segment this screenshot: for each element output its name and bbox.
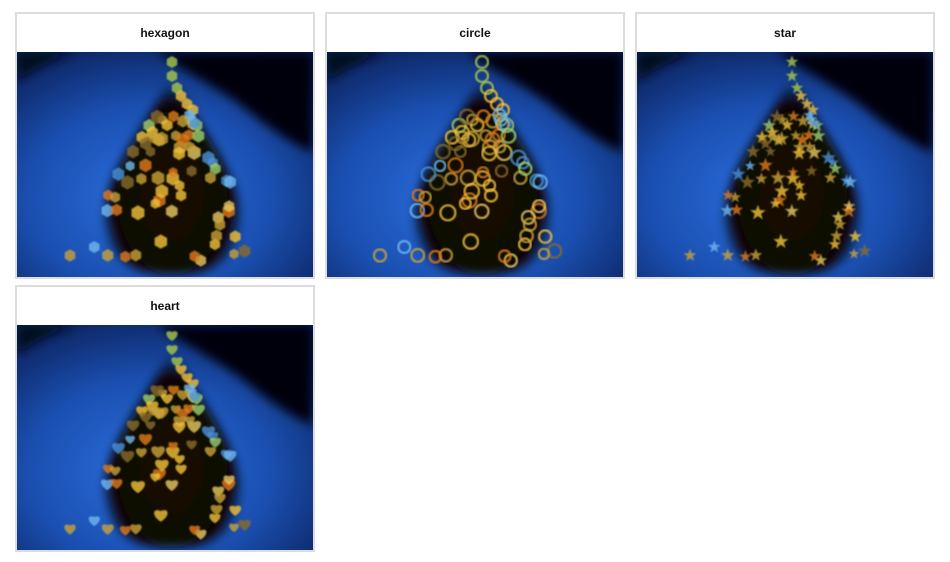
bokeh-scene bbox=[327, 52, 623, 277]
bokeh-image-star[interactable] bbox=[637, 52, 933, 277]
bokeh-scene bbox=[637, 52, 933, 277]
card-title-hexagon: hexagon bbox=[140, 26, 190, 40]
gallery-card-hexagon[interactable]: hexagon bbox=[15, 12, 315, 279]
bokeh-image-circle[interactable] bbox=[327, 52, 623, 277]
gallery-card-circle[interactable]: circle bbox=[325, 12, 625, 279]
gallery-card-star[interactable]: star bbox=[635, 12, 935, 279]
bokeh-image-heart[interactable] bbox=[17, 325, 313, 550]
card-title-heart: heart bbox=[150, 299, 180, 313]
bokeh-scene bbox=[17, 52, 313, 277]
card-title-star: star bbox=[773, 26, 796, 40]
gallery-card-heart[interactable]: heart bbox=[15, 285, 315, 552]
card-title-circle: circle bbox=[459, 26, 491, 40]
bokeh-scene bbox=[17, 325, 313, 550]
bokeh-gallery: hexagon circle star heart bbox=[0, 0, 950, 562]
bokeh-image-hexagon[interactable] bbox=[17, 52, 313, 277]
